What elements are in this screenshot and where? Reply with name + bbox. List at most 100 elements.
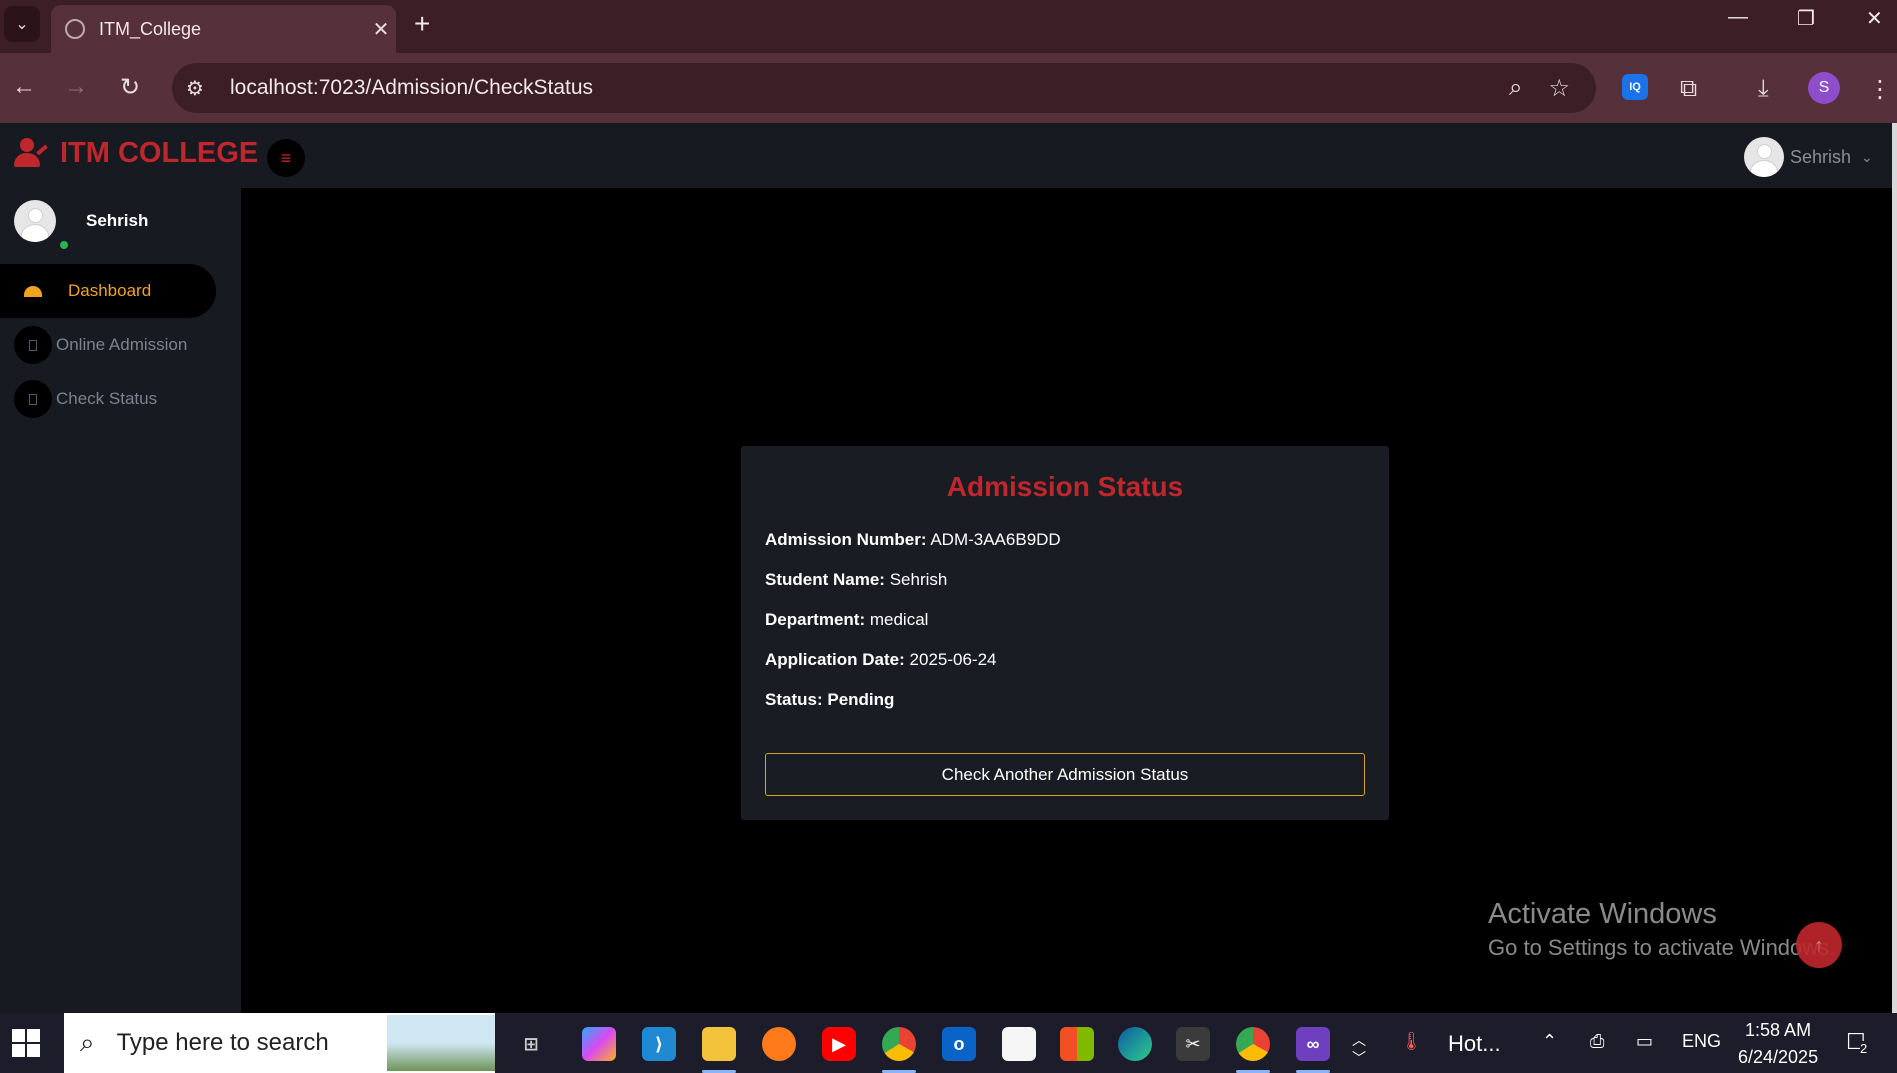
notification-center-icon[interactable]: ☐ 2 <box>1846 1029 1868 1056</box>
task-view-icon[interactable]: ⊞ <box>514 1027 548 1061</box>
browser-toolbar: ← → ↻ ⚙ localhost:7023/Admission/CheckSt… <box>0 53 1897 123</box>
thermometer-icon: 🌡 <box>1400 1031 1423 1051</box>
app-header: ITM COLLEGE ≡ Sehrish ⌄ <box>0 123 1892 188</box>
sidebar-item-label: Check Status <box>56 389 158 408</box>
search-placeholder: Type here to search <box>116 1029 329 1056</box>
url-text: localhost:7023/Admission/CheckStatus <box>230 76 594 99</box>
avatar <box>14 200 56 242</box>
form-icon <box>14 380 52 418</box>
search-icon: ⌕ <box>80 1027 95 1057</box>
sidebar-item-label: Online Admission <box>56 335 188 354</box>
admission-number-label: Admission Number: <box>765 530 927 549</box>
clock-time: 1:58 AM <box>1745 1020 1812 1040</box>
tab-title: ITM_College <box>99 18 202 39</box>
windows-start-icon[interactable] <box>12 1029 40 1057</box>
copilot-icon[interactable] <box>582 1027 616 1061</box>
sidebar-item-online-admission[interactable]: Online Admission <box>0 318 216 372</box>
activate-windows-watermark: Activate Windows Go to Settings to activ… <box>1488 898 1835 961</box>
department-value: medical <box>869 610 929 629</box>
sidebar-item-label: Dashboard <box>68 281 152 300</box>
battery-icon[interactable]: ▭ <box>1636 1031 1653 1052</box>
site-info-icon[interactable]: ⚙ <box>186 76 212 101</box>
clock[interactable]: 1:58 AM 6/24/2025 <box>1738 1017 1818 1071</box>
new-tab-button[interactable]: + <box>414 8 430 40</box>
taskbar: ⌕ Type here to search ⊞ ⟩ ▶ o ✂ ∞ ︿ ﹀ 🌡 H… <box>0 1013 1897 1073</box>
student-name-row: Student Name: Sehrish <box>765 570 947 590</box>
status-value: Pending <box>827 690 895 709</box>
search-highlight-image <box>387 1015 495 1071</box>
zoom-icon[interactable]: ⌕ <box>1509 74 1522 102</box>
card-title: Admission Status <box>946 471 1184 502</box>
chrome-profile-icon[interactable] <box>1236 1027 1270 1061</box>
online-status-dot <box>58 239 70 251</box>
brand-logo[interactable]: ITM COLLEGE <box>14 137 258 170</box>
status-row: Status: Pending <box>765 690 894 710</box>
reload-icon[interactable]: ↻ <box>120 73 140 102</box>
tab-search-dropdown-icon[interactable]: ⌄ <box>4 6 40 42</box>
hamburger-menu-icon[interactable]: ≡ <box>267 139 305 177</box>
notepad-icon[interactable] <box>1002 1027 1036 1061</box>
watermark-title: Activate Windows <box>1488 898 1717 930</box>
student-name-value: Sehrish <box>889 570 948 589</box>
close-window-icon[interactable]: ✕ <box>1866 6 1883 31</box>
minimize-icon[interactable]: — <box>1728 6 1748 29</box>
language-indicator[interactable]: ENG <box>1682 1031 1721 1052</box>
notification-count: 2 <box>1860 1041 1868 1056</box>
file-explorer-icon[interactable] <box>702 1027 736 1061</box>
sidebar-user: Sehrish <box>14 200 149 251</box>
scroll-to-top-button[interactable]: ↑ <box>1796 922 1842 968</box>
application-date-row: Application Date: 2025-06-24 <box>765 650 997 670</box>
avatar <box>1744 137 1784 177</box>
restore-icon[interactable]: ❐ <box>1797 6 1815 31</box>
watermark-subtitle: Go to Settings to activate Windows. <box>1488 935 1836 960</box>
forward-icon[interactable]: → <box>64 73 88 101</box>
chevron-down-icon: ⌄ <box>1861 148 1873 165</box>
youtube-icon[interactable]: ▶ <box>822 1027 856 1061</box>
show-hidden-icons-icon[interactable]: ⌃ <box>1542 1031 1557 1052</box>
meet-icon[interactable]: ⎙ <box>1590 1031 1604 1052</box>
application-date-label: Application Date: <box>765 650 905 669</box>
firefox-icon[interactable] <box>762 1027 796 1061</box>
browser-tab-strip: ⌄ ITM_College ✕ + — ❐ ✕ <box>0 0 1897 53</box>
extensions-icon[interactable]: ⧉ <box>1680 75 1697 103</box>
close-tab-icon[interactable]: ✕ <box>366 17 396 42</box>
download-icon[interactable]: ⤓ <box>1758 75 1769 103</box>
scrollbar[interactable] <box>1892 123 1897 1013</box>
back-icon[interactable]: ← <box>12 73 36 101</box>
snipping-tool-icon[interactable]: ✂ <box>1176 1027 1210 1061</box>
sidebar-user-name: Sehrish <box>86 211 149 230</box>
application-date-value: 2025-06-24 <box>909 650 997 669</box>
check-another-status-button[interactable]: Check Another Admission Status <box>765 753 1365 796</box>
admission-number-value: ADM-3AA6B9DD <box>930 530 1061 549</box>
taskbar-overflow-icon[interactable]: ︿ ﹀ <box>1352 1031 1366 1067</box>
department-label: Department: <box>765 610 866 629</box>
bookmark-star-icon[interactable]: ☆ <box>1548 74 1570 103</box>
address-bar[interactable]: ⚙ localhost:7023/Admission/CheckStatus ⌕… <box>172 63 1596 113</box>
department-row: Department: medical <box>765 610 928 630</box>
browser-tab[interactable]: ITM_College ✕ <box>51 5 396 53</box>
outlook-icon[interactable]: o <box>942 1027 976 1061</box>
sidebar-item-check-status[interactable]: Check Status <box>0 372 216 426</box>
user-edit-icon <box>14 137 50 170</box>
header-user-name: Sehrish <box>1790 146 1852 167</box>
visual-studio-icon[interactable]: ∞ <box>1296 1027 1330 1061</box>
menu-kebab-icon[interactable]: ⋮ <box>1868 75 1892 104</box>
taskbar-search-input[interactable]: ⌕ Type here to search <box>64 1013 495 1073</box>
globe-icon <box>65 19 85 39</box>
status-label: Status: <box>765 690 823 709</box>
admission-status-card: Admission Status Admission Number: ADM-3… <box>741 446 1389 820</box>
microsoft-store-icon[interactable] <box>1060 1027 1094 1061</box>
form-icon <box>14 326 52 364</box>
iq-extension-icon[interactable]: IQ <box>1622 74 1648 100</box>
profile-avatar[interactable]: S <box>1808 72 1840 104</box>
student-name-label: Student Name: <box>765 570 885 589</box>
weather-text[interactable]: Hot... <box>1448 1031 1501 1057</box>
clock-date: 6/24/2025 <box>1738 1047 1819 1067</box>
sidebar-item-dashboard[interactable]: Dashboard <box>0 264 216 318</box>
user-menu[interactable]: Sehrish ⌄ <box>1744 137 1873 177</box>
edge-icon[interactable] <box>1118 1027 1152 1061</box>
vscode-icon[interactable]: ⟩ <box>642 1027 676 1061</box>
chrome-icon[interactable] <box>882 1027 916 1061</box>
sidebar: Sehrish Dashboard Online Admission Check… <box>0 188 241 1013</box>
admission-number-row: Admission Number: ADM-3AA6B9DD <box>765 530 1061 550</box>
